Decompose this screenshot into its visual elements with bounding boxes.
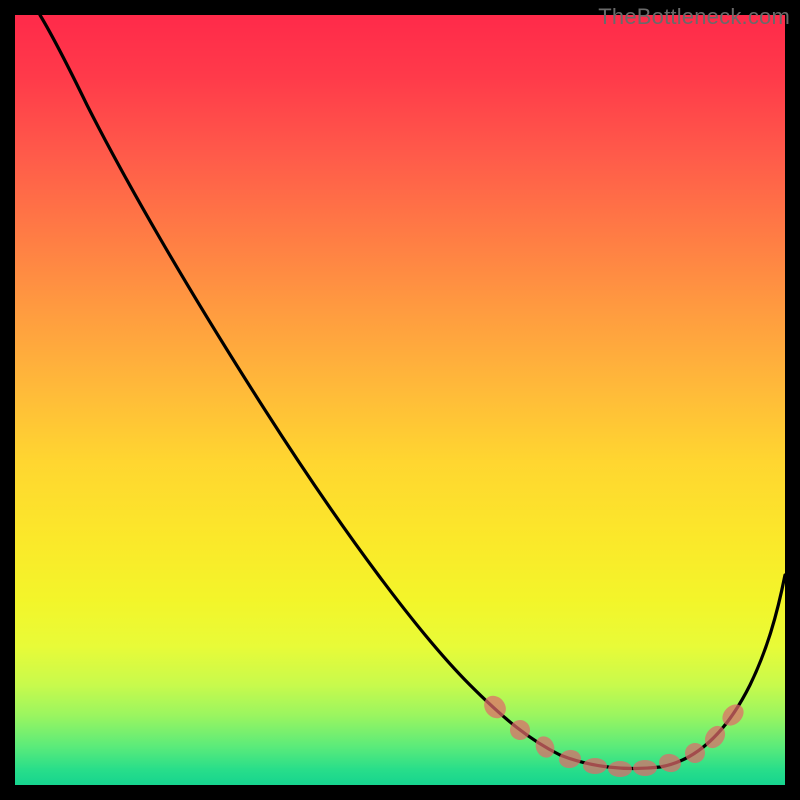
optimal-range-markers: [480, 691, 748, 777]
plot-area: [15, 15, 785, 785]
bottleneck-curve: [40, 15, 785, 769]
curve-overlay: [15, 15, 785, 785]
chart-frame: { "watermark": "TheBottleneck.com", "cha…: [0, 0, 800, 800]
watermark-text: TheBottleneck.com: [598, 4, 790, 30]
